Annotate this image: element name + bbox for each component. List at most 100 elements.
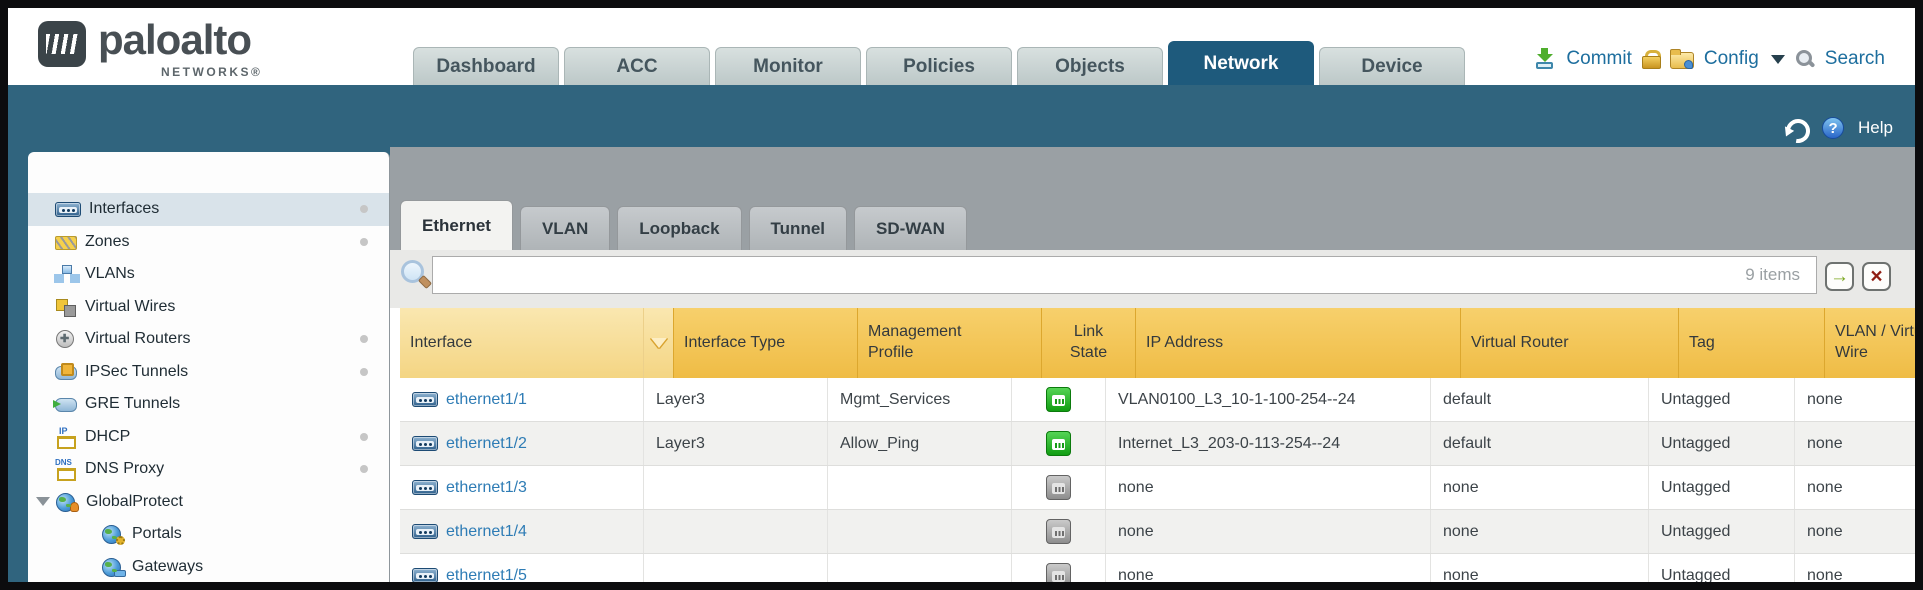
column-label: Management Profile bbox=[868, 322, 980, 364]
column-header-management-profile[interactable]: Management Profile bbox=[858, 308, 1042, 378]
column-header-interface[interactable]: Interface bbox=[400, 308, 644, 378]
search-button[interactable]: Search bbox=[1825, 48, 1885, 70]
link-state-down-icon bbox=[1046, 475, 1071, 500]
sidebar-item-zones[interactable]: Zones bbox=[28, 226, 389, 259]
sidebar-item-gre-tunnels[interactable]: GRE Tunnels bbox=[28, 388, 389, 421]
help-icon[interactable]: ? bbox=[1822, 117, 1844, 139]
cell-virtual-router: default bbox=[1431, 378, 1649, 421]
cell-management-profile: Allow_Ping bbox=[828, 422, 1012, 465]
cell-interface-type: Layer3 bbox=[644, 378, 828, 421]
sidebar-item-vlans[interactable]: VLANs bbox=[28, 258, 389, 291]
column-header-ip-address[interactable]: IP Address bbox=[1136, 308, 1461, 378]
gateway-box-icon bbox=[114, 570, 126, 577]
interface-link[interactable]: ethernet1/5 bbox=[446, 567, 527, 583]
config-icon[interactable] bbox=[1670, 49, 1694, 69]
tab-loopback[interactable]: Loopback bbox=[617, 206, 741, 250]
sort-dropdown[interactable] bbox=[644, 308, 674, 378]
tab-vlan[interactable]: VLAN bbox=[520, 206, 610, 250]
sidebar-item-ipsec-tunnels[interactable]: IPSec Tunnels bbox=[28, 356, 389, 389]
nav-tab-label: Device bbox=[1361, 56, 1422, 77]
cell-link-state bbox=[1012, 422, 1106, 465]
interface-link[interactable]: ethernet1/4 bbox=[446, 523, 527, 541]
cell-ip-address: Internet_L3_203-0-113-254--24 bbox=[1106, 422, 1431, 465]
sidebar-item-label: Gateways bbox=[132, 558, 203, 576]
sidebar-item-dhcp[interactable]: DHCP bbox=[28, 421, 389, 454]
nav-tab-objects[interactable]: Objects bbox=[1017, 47, 1163, 85]
cell-tag: Untagged bbox=[1649, 466, 1795, 509]
tab-sd-wan[interactable]: SD-WAN bbox=[854, 206, 967, 250]
table-body: ethernet1/1 Layer3 Mgmt_Services VLAN010… bbox=[400, 378, 1915, 582]
sidebar-item-gateways[interactable]: Gateways bbox=[28, 551, 389, 583]
table-row[interactable]: ethernet1/2 Layer3 Allow_Ping Internet_L… bbox=[400, 422, 1915, 466]
interfaces-table: Interface Interface Type Management Prof… bbox=[400, 308, 1915, 582]
link-state-up-icon bbox=[1046, 431, 1071, 456]
cell-tag: Untagged bbox=[1649, 510, 1795, 553]
sidebar-item-virtual-wires[interactable]: Virtual Wires bbox=[28, 291, 389, 324]
link-state-down-icon bbox=[1046, 519, 1071, 544]
cell-interface-type: Layer3 bbox=[644, 422, 828, 465]
ethernet-port-icon bbox=[412, 568, 438, 582]
column-header-tag[interactable]: Tag bbox=[1679, 308, 1825, 378]
column-header-interface-type[interactable]: Interface Type bbox=[674, 308, 858, 378]
sidebar-item-label: IPSec Tunnels bbox=[85, 363, 188, 381]
sidebar-item-virtual-routers[interactable]: Virtual Routers bbox=[28, 323, 389, 356]
sidebar-item-label: VLANs bbox=[85, 265, 135, 283]
help-link[interactable]: Help bbox=[1858, 118, 1893, 138]
interface-link[interactable]: ethernet1/2 bbox=[446, 435, 527, 453]
sidebar-item-globalprotect[interactable]: GlobalProtect bbox=[28, 486, 389, 519]
vlans-icon bbox=[55, 265, 77, 283]
sidebar-item-dns-proxy[interactable]: DNS Proxy bbox=[28, 453, 389, 486]
cell-vlan-virtual-wire: none bbox=[1795, 378, 1915, 421]
dns-proxy-icon bbox=[55, 460, 77, 478]
sub-tab-label: Ethernet bbox=[422, 216, 491, 235]
table-header-row: Interface Interface Type Management Prof… bbox=[400, 308, 1915, 378]
sidebar-item-portals[interactable]: Portals bbox=[28, 518, 389, 551]
cell-management-profile bbox=[828, 554, 1012, 582]
search-icon[interactable] bbox=[1795, 49, 1815, 69]
apply-filter-button[interactable]: → bbox=[1825, 262, 1854, 291]
interfaces-icon bbox=[55, 202, 81, 217]
sidebar-item-label: Zones bbox=[85, 233, 129, 251]
cell-virtual-router: default bbox=[1431, 422, 1649, 465]
column-header-vlan-virtual-wire[interactable]: VLAN / Virtual Wire bbox=[1825, 308, 1915, 378]
filter-input[interactable] bbox=[432, 256, 1817, 294]
ethernet-port-icon bbox=[412, 480, 438, 495]
tab-tunnel[interactable]: Tunnel bbox=[749, 206, 847, 250]
sidebar-item-interfaces[interactable]: Interfaces bbox=[28, 193, 389, 226]
clear-filter-button[interactable]: × bbox=[1862, 262, 1891, 291]
config-caret-icon[interactable] bbox=[1771, 55, 1785, 64]
table-row[interactable]: ethernet1/1 Layer3 Mgmt_Services VLAN010… bbox=[400, 378, 1915, 422]
nav-tab-policies[interactable]: Policies bbox=[866, 47, 1012, 85]
tab-ethernet[interactable]: Ethernet bbox=[400, 200, 513, 250]
nav-tab-acc[interactable]: ACC bbox=[564, 47, 710, 85]
table-row[interactable]: ethernet1/4 none none Untagged none bbox=[400, 510, 1915, 554]
refresh-icon[interactable] bbox=[1786, 119, 1808, 137]
ethernet-port-icon bbox=[412, 524, 438, 539]
column-label: Link State bbox=[1063, 322, 1115, 364]
nav-tab-label: Policies bbox=[903, 56, 975, 77]
commit-button[interactable]: Commit bbox=[1566, 48, 1631, 70]
column-header-link-state[interactable]: Link State bbox=[1042, 308, 1136, 378]
nav-tab-device[interactable]: Device bbox=[1319, 47, 1465, 85]
nav-tab-label: Network bbox=[1204, 53, 1279, 74]
table-row[interactable]: ethernet1/5 none none Untagged none bbox=[400, 554, 1915, 582]
lock-icon[interactable] bbox=[1642, 49, 1660, 69]
expander-arrow-icon[interactable] bbox=[36, 497, 50, 506]
nav-tab-label: Monitor bbox=[753, 56, 823, 77]
cell-link-state bbox=[1012, 554, 1106, 582]
nav-tab-dashboard[interactable]: Dashboard bbox=[413, 47, 559, 85]
nav-tab-monitor[interactable]: Monitor bbox=[715, 47, 861, 85]
top-header: paloalto NETWORKS® DashboardACCMonitorPo… bbox=[8, 8, 1915, 85]
table-row[interactable]: ethernet1/3 none none Untagged none bbox=[400, 466, 1915, 510]
interface-link[interactable]: ethernet1/1 bbox=[446, 391, 527, 409]
column-header-virtual-router[interactable]: Virtual Router bbox=[1461, 308, 1679, 378]
header-utilities: Commit Config Search bbox=[1534, 48, 1885, 70]
config-button[interactable]: Config bbox=[1704, 48, 1759, 70]
commit-icon[interactable] bbox=[1534, 48, 1556, 70]
cell-management-profile bbox=[828, 510, 1012, 553]
interface-link[interactable]: ethernet1/3 bbox=[446, 479, 527, 497]
nav-tab-network[interactable]: Network bbox=[1168, 41, 1314, 85]
cell-interface-type bbox=[644, 466, 828, 509]
brand-wordmark: paloalto bbox=[98, 16, 251, 64]
cell-vlan-virtual-wire: none bbox=[1795, 510, 1915, 553]
